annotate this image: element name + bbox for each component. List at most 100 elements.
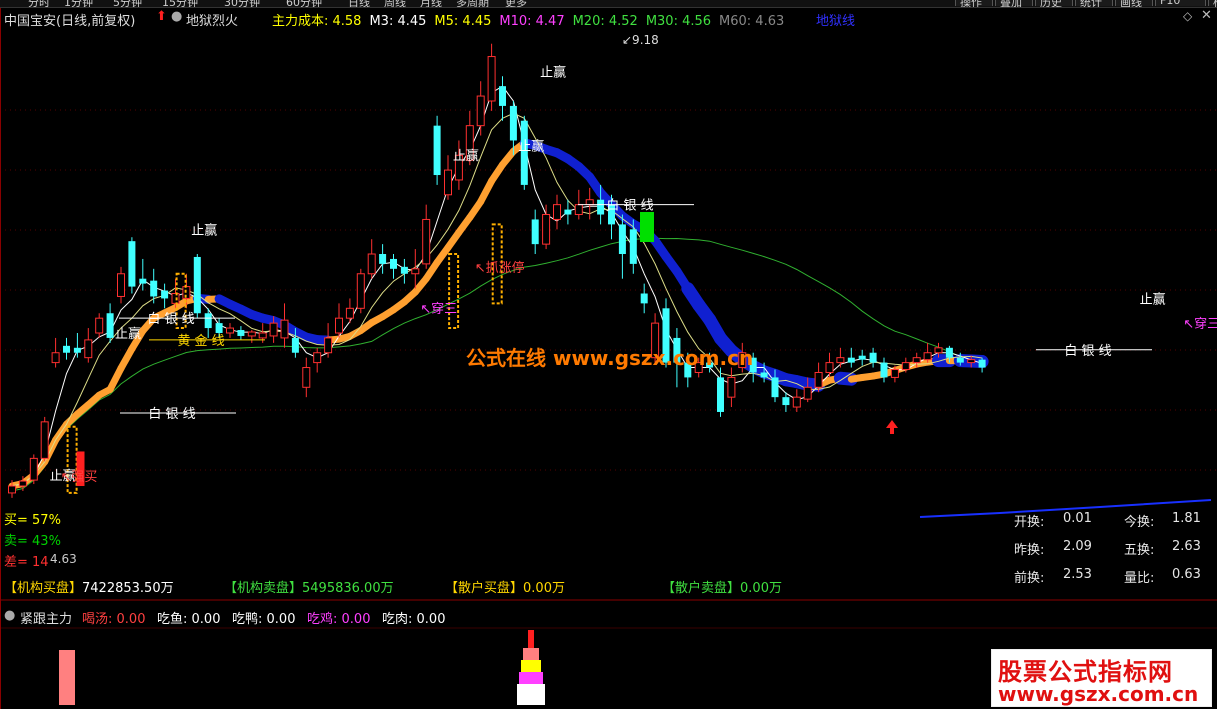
line-label: 白 银 线 — [148, 406, 195, 422]
center-watermark: 公式在线 www.gszx.com.cn — [466, 346, 754, 370]
candle-body-up — [792, 396, 801, 408]
candle-body-down — [215, 323, 223, 333]
sub-panel-item: 喝汤: 0.00 — [82, 608, 145, 627]
money-flow-value: 7422853.50万 — [82, 581, 174, 596]
money-flow-item: 【散户买盘】0.00万 — [445, 577, 565, 596]
candle-body-up — [553, 204, 561, 220]
candle-body-up — [476, 95, 485, 127]
chart-annotation: 止赢 — [1140, 291, 1166, 307]
candle-body-down — [880, 362, 888, 378]
candle-body-down — [106, 313, 114, 338]
sub-panel-item: 吃肉: 0.00 — [382, 608, 445, 627]
money-flow-label: 【机构卖盘】 — [224, 581, 303, 596]
candle-body-down — [73, 347, 81, 353]
candle-body-up — [356, 273, 365, 309]
candle-body-up — [923, 352, 932, 361]
candle-body-up — [890, 369, 899, 378]
candle-body-down — [618, 224, 626, 255]
candle-body-up — [444, 169, 452, 196]
sub-panel-item-value: 0.00 — [191, 612, 221, 627]
sub-panel-item-label: 吃鸡: — [307, 612, 342, 627]
money-flow-label: 【散户卖盘】 — [662, 581, 741, 596]
turnover-stat-label: 五换: — [1124, 543, 1155, 558]
sub-bar-chicken — [519, 672, 543, 684]
candle-body-down — [433, 125, 441, 176]
sub-panel-item: 吃鸡: 0.00 — [307, 608, 370, 627]
sub-bar-fish — [523, 648, 539, 660]
candle-body-up — [411, 268, 420, 275]
candle-body-down — [531, 219, 539, 245]
sub-bar-soup-top — [528, 630, 534, 648]
candle-body-down — [291, 337, 299, 353]
candle-body-up — [280, 319, 289, 339]
sub-panel-item-label: 喝汤: — [82, 612, 117, 627]
chart-annotation: 止赢 — [453, 148, 479, 164]
candle-body-up — [8, 485, 16, 494]
candle-body-down — [847, 357, 855, 363]
turnover-stat-value: 2.53 — [1063, 567, 1092, 582]
line-label: 黄 金 线 — [177, 333, 224, 349]
candle-body-up — [727, 376, 736, 398]
chart-annotation: ↖穿三 — [420, 301, 457, 317]
candle-body-down — [509, 105, 517, 141]
money-flow-item: 【机构卖盘】5495836.00万 — [224, 577, 394, 596]
candle-body-down — [237, 330, 245, 336]
candle-body-up — [95, 317, 104, 334]
sub-panel-name[interactable]: 紧跟主力 — [20, 608, 72, 627]
candle-body-up — [40, 421, 49, 459]
candle-body-up — [269, 322, 278, 337]
candle-body-down — [400, 266, 408, 274]
candle-body-down — [379, 254, 387, 264]
candle-body-up — [117, 273, 125, 297]
line-label: 白 银 线 — [1064, 343, 1111, 359]
candle-body-down — [63, 345, 70, 353]
turnover-stat-value: 0.63 — [1172, 567, 1201, 582]
sub-panel-item-value: 0.00 — [416, 612, 446, 627]
candle-body-up — [18, 480, 27, 487]
turnover-stat-label: 今换: — [1124, 515, 1155, 530]
sub-panel-item-value: 0.00 — [266, 612, 296, 627]
candle-body-up — [335, 317, 343, 334]
candle-body-up — [542, 214, 551, 245]
money-flow-label: 【机构买盘】 — [4, 581, 83, 596]
turnover-stat-value: 2.63 — [1172, 539, 1201, 554]
candle-body-up — [171, 293, 180, 304]
buy-arrow-icon — [886, 420, 898, 434]
sub-bar-duck — [521, 660, 541, 672]
candle-body-up — [901, 362, 910, 371]
candle-body-up — [585, 199, 594, 206]
candle-body-down — [640, 293, 648, 304]
turnover-stat-value: 1.81 — [1172, 511, 1201, 526]
candle-body-down — [564, 209, 572, 215]
buy-ratio: 买= 57% — [4, 513, 61, 528]
candle-body-up — [422, 218, 431, 265]
turnover-stat-label: 开换: — [1014, 515, 1045, 530]
candle-body-down — [128, 241, 136, 287]
sub-panel-settings-icon[interactable]: ● — [4, 608, 15, 623]
candle-body-down — [597, 199, 605, 215]
candle-body-up — [912, 357, 921, 364]
candle-body-down — [204, 313, 212, 329]
chart-annotation: ↖强买 — [61, 470, 98, 485]
turnover-stat-value: 0.01 — [1063, 511, 1092, 526]
candle-body-down — [782, 397, 790, 406]
candle-body-up — [247, 331, 256, 337]
candle-body-up — [84, 339, 93, 359]
candle-body-down — [760, 372, 768, 378]
diff-ratio: 差= 14 — [4, 555, 49, 570]
sub-panel-item: 吃鸭: 0.00 — [232, 608, 295, 627]
candle-body-down — [717, 377, 724, 412]
money-flow-item: 【机构买盘】7422853.50万 — [4, 577, 174, 596]
candle-body-down — [771, 377, 779, 398]
candle-body-up — [487, 56, 496, 102]
candle-body-down — [629, 229, 637, 264]
money-flow-item: 【散户卖盘】0.00万 — [662, 577, 782, 596]
candle-body-down — [193, 256, 201, 314]
candle-body-down — [956, 357, 964, 363]
candle-body-up — [51, 352, 60, 364]
candle-body-up — [367, 253, 376, 275]
sub-panel-item-label: 吃鱼: — [157, 612, 192, 627]
candle-body-down — [150, 280, 158, 297]
chart-annotation: ↖抓涨停 — [475, 260, 525, 276]
candle-body-up — [574, 204, 583, 216]
